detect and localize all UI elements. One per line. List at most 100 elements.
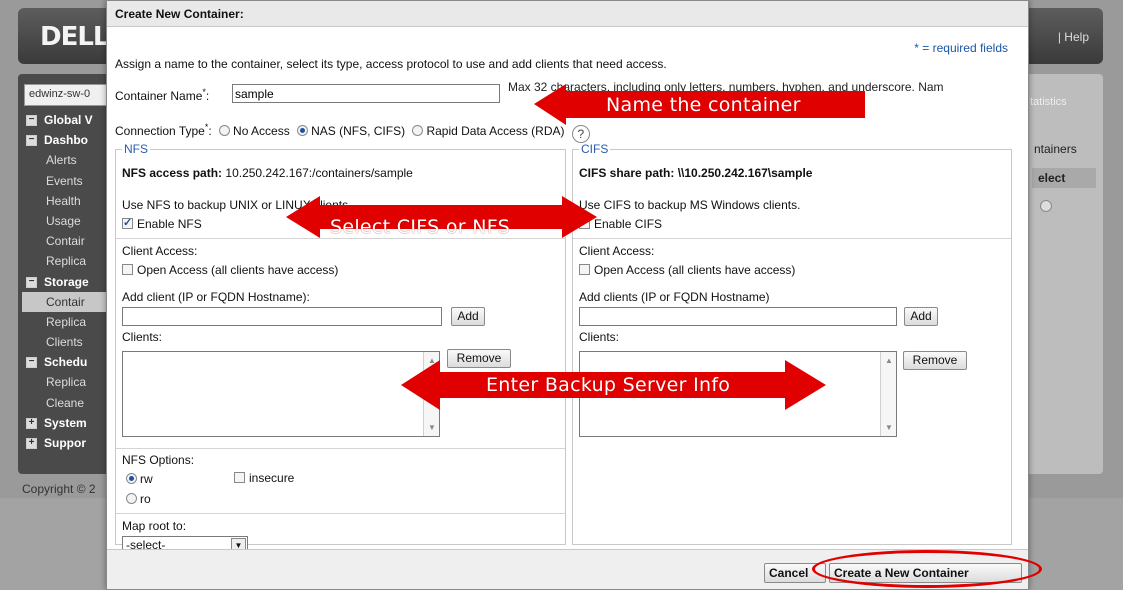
- radio-rda[interactable]: [412, 125, 424, 136]
- sidebar-item[interactable]: − Schedu: [22, 352, 118, 372]
- expand-icon[interactable]: +: [26, 417, 37, 429]
- sidebar-item[interactable]: + Suppor: [22, 433, 118, 453]
- nfs-legend: NFS: [124, 142, 148, 156]
- sidebar-item[interactable]: Replica: [22, 372, 118, 392]
- enable-cifs-checkbox[interactable]: [579, 218, 590, 229]
- nfs-insecure-row[interactable]: insecure: [234, 471, 294, 485]
- cifs-add-client-input[interactable]: [579, 307, 897, 326]
- nfs-open-access-row[interactable]: Open Access (all clients have access): [122, 263, 338, 277]
- dialog-title: Create New Container:: [107, 1, 1028, 27]
- type-arrow-label: Select CIFS or NFS: [330, 216, 510, 238]
- radio-no-access[interactable]: [219, 125, 231, 136]
- nfs-remove-button[interactable]: Remove: [447, 349, 511, 368]
- nfs-add-button[interactable]: Add: [451, 307, 485, 326]
- create-container-dialog: Create New Container: * = required field…: [106, 0, 1029, 590]
- help-link[interactable]: | Help: [1058, 30, 1089, 44]
- divider: [116, 513, 565, 514]
- sidebar-item-label: Replica: [46, 314, 87, 329]
- nfs-ro-radio[interactable]: [126, 493, 137, 504]
- nfs-ro-row[interactable]: ro: [122, 492, 151, 506]
- sidebar-item[interactable]: Contair: [22, 291, 118, 312]
- sidebar-item[interactable]: Replica: [22, 251, 118, 271]
- sidebar-item[interactable]: + System: [22, 413, 118, 433]
- enable-cifs-label: Enable CIFS: [594, 217, 663, 231]
- collapse-icon[interactable]: −: [26, 135, 37, 147]
- nfs-ro-label: ro: [140, 492, 151, 506]
- dialog-intro: Assign a name to the container, select i…: [115, 57, 667, 71]
- nfs-rw-radio[interactable]: [126, 473, 137, 484]
- enable-nfs-checkbox[interactable]: [122, 216, 133, 229]
- create-button-highlight: [812, 550, 1042, 588]
- nfs-insecure-label: insecure: [249, 471, 295, 485]
- scroll-down-icon: ▼: [428, 423, 436, 432]
- cifs-use-text: Use CIFS to backup MS Windows clients.: [579, 198, 801, 212]
- sidebar-item-label: Usage: [46, 213, 81, 228]
- container-name-input[interactable]: [232, 84, 500, 103]
- connection-type-row: Connection Type*: No Access NAS (NFS, CI…: [115, 122, 590, 143]
- sidebar-item[interactable]: Usage: [22, 211, 118, 231]
- collapse-icon[interactable]: −: [26, 115, 37, 126]
- sidebar-item[interactable]: Replica: [22, 312, 118, 332]
- nfs-rw-row[interactable]: rw: [122, 472, 153, 486]
- cifs-legend: CIFS: [581, 142, 609, 156]
- radio-nas[interactable]: [297, 125, 309, 136]
- radio-nas-label: NAS (NFS, CIFS): [311, 124, 406, 138]
- sidebar-item-label: Events: [46, 173, 83, 188]
- nfs-options-label: NFS Options:: [122, 453, 195, 467]
- collapse-icon[interactable]: −: [26, 276, 37, 288]
- enable-nfs-row[interactable]: Enable NFS: [122, 216, 202, 231]
- sidebar-nav: − Global V − Dashbo Alerts Events Health Usage C…: [22, 110, 118, 453]
- sidebar-item[interactable]: Alerts: [22, 150, 118, 170]
- radio-no-access-label: No Access: [233, 124, 290, 138]
- cifs-client-access-label: Client Access:: [579, 244, 655, 258]
- nfs-open-access-checkbox[interactable]: [122, 264, 133, 275]
- sidebar-item[interactable]: Events: [22, 171, 118, 191]
- sidebar-item-label: Cleane: [46, 395, 85, 410]
- sidebar-item-label: Dashbo: [44, 133, 89, 148]
- nfs-clients-scrollbar[interactable]: ▲ ▼: [423, 352, 439, 436]
- cifs-open-access-row[interactable]: Open Access (all clients have access): [579, 263, 795, 277]
- sidebar-item-label: Schedu: [44, 355, 88, 370]
- nfs-add-client-input[interactable]: [122, 307, 442, 326]
- cifs-remove-button[interactable]: Remove: [903, 351, 967, 370]
- collapse-icon[interactable]: −: [26, 357, 37, 369]
- sidebar-item-label: Suppor: [44, 436, 86, 450]
- cifs-open-access-checkbox[interactable]: [579, 264, 590, 275]
- cifs-panel: CIFS CIFS share path: \\10.250.242.167\s…: [572, 142, 1012, 545]
- sidebar-item[interactable]: Health: [22, 191, 118, 211]
- sidebar-item-label: Replica: [46, 254, 87, 269]
- map-root-label: Map root to:: [122, 519, 187, 533]
- row-select-radio[interactable]: [1040, 200, 1052, 212]
- sidebar-item[interactable]: Clients: [22, 332, 118, 352]
- cifs-add-button[interactable]: Add: [904, 307, 938, 326]
- system-select[interactable]: edwinz-sw-0: [24, 84, 114, 106]
- container-name-label: Container Name: [115, 89, 203, 103]
- statistics-tab[interactable]: tatistics: [1030, 96, 1067, 108]
- nfs-path-label: NFS access path:: [122, 166, 223, 180]
- divider: [116, 238, 565, 239]
- scroll-up-icon: ▲: [885, 356, 893, 365]
- sidebar: edwinz-sw-0 − Global V − Dashbo Alerts Events…: [18, 74, 118, 474]
- sidebar-item[interactable]: Cleane: [22, 393, 118, 413]
- cifs-add-client-label: Add clients (IP or FQDN Hostname): [579, 290, 770, 304]
- enable-cifs-row[interactable]: Enable CIFS: [579, 217, 662, 231]
- scroll-down-icon: ▼: [885, 423, 893, 432]
- sidebar-item[interactable]: − Dashbo: [22, 130, 118, 150]
- nfs-client-access-label: Client Access:: [122, 244, 198, 258]
- required-asterisk: *: [202, 87, 206, 97]
- nfs-insecure-checkbox[interactable]: [234, 472, 245, 483]
- expand-icon[interactable]: +: [26, 438, 37, 449]
- sidebar-item[interactable]: Contair: [22, 231, 118, 251]
- cifs-clients-label: Clients:: [579, 330, 620, 344]
- sidebar-item[interactable]: − Global V: [22, 110, 118, 130]
- required-fields-note: * = required fields: [914, 41, 1008, 55]
- dell-logo: DELL: [40, 22, 109, 52]
- container-name-help: Max 32 characters, including only letter…: [508, 80, 944, 94]
- cifs-clients-scrollbar[interactable]: ▲ ▼: [880, 352, 896, 436]
- nfs-path: NFS access path: 10.250.242.167:/contain…: [122, 166, 413, 180]
- radio-rda-label: Rapid Data Access (RDA): [426, 124, 565, 138]
- containers-heading: ntainers: [1034, 142, 1077, 156]
- sidebar-item[interactable]: − Storage: [22, 272, 118, 292]
- help-icon[interactable]: ?: [571, 125, 590, 143]
- nfs-clients-list[interactable]: ▲ ▼: [122, 351, 440, 437]
